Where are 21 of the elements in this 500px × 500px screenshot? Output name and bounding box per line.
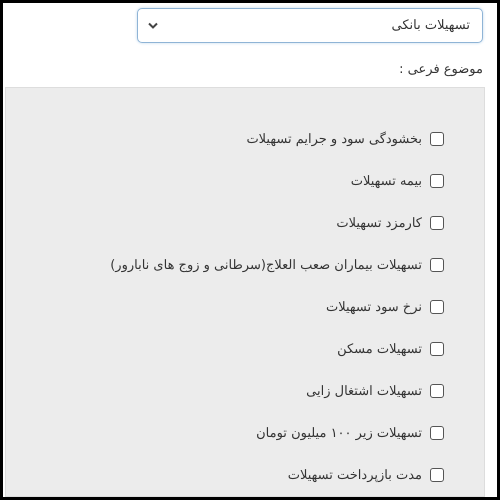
chevron-down-icon	[148, 22, 158, 29]
option-label: بیمه تسهیلات	[350, 174, 422, 188]
dropdown-select[interactable]: تسهیلات بانکی	[137, 8, 483, 43]
option-label: کارمزد تسهیلات	[336, 216, 422, 230]
checkbox[interactable]	[430, 384, 444, 398]
option-label: مدت بازپرداخت تسهیلات	[288, 468, 422, 482]
checkbox[interactable]	[430, 300, 444, 314]
option-label: نرخ سود تسهیلات	[326, 300, 422, 314]
checkbox[interactable]	[430, 258, 444, 272]
option-label: تسهیلات بیماران صعب العلاج(سرطانی و زوج های نابارور)	[110, 258, 422, 272]
checkbox[interactable]	[430, 216, 444, 230]
checkbox[interactable]	[430, 468, 444, 482]
checkbox[interactable]	[430, 132, 444, 146]
option-label: تسهیلات اشتغال زایی	[306, 384, 422, 398]
checkbox[interactable]	[430, 426, 444, 440]
option-label: بخشودگی سود و جرایم تسهیلات	[246, 132, 422, 146]
checkbox[interactable]	[430, 342, 444, 356]
option-label: تسهیلات مسکن	[337, 342, 422, 356]
option-label: تسهیلات زیر ۱۰۰ میلیون تومان	[256, 426, 422, 440]
subtopic-label: موضوع فرعی :	[398, 62, 483, 77]
checkbox[interactable]	[430, 174, 444, 188]
